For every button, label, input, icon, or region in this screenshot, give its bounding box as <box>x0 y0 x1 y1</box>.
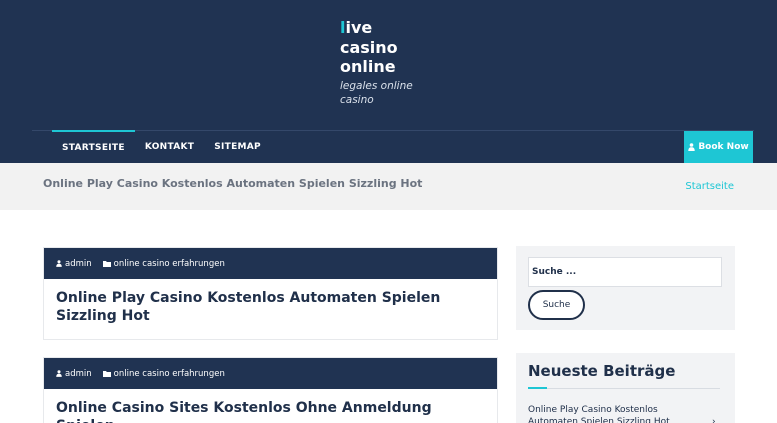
user-icon <box>688 143 696 151</box>
book-now-label: Book Now <box>698 142 749 152</box>
search-input[interactable] <box>528 257 722 287</box>
heading-divider <box>547 388 720 389</box>
post-category[interactable]: online casino erfahrungen <box>102 368 225 379</box>
recent-posts-widget: Neueste Beiträge Online Play Casino Kost… <box>516 353 735 423</box>
main-nav: STARTSEITE KONTAKT SITEMAP <box>52 130 271 163</box>
post-title[interactable]: Online Casino Sites Kostenlos Ohne Anmel… <box>44 389 497 423</box>
post-category[interactable]: online casino erfahrungen <box>102 258 225 269</box>
site-header: live casino online legales online casino… <box>0 0 777 163</box>
post-author[interactable]: admin <box>56 259 92 269</box>
book-now-button[interactable]: Book Now <box>684 131 753 163</box>
post-card: admin online casino erfahrungen Online P… <box>43 247 498 340</box>
site-title[interactable]: live casino online <box>340 18 460 77</box>
post-author-name: admin <box>65 258 92 269</box>
search-widget: Suche <box>516 246 735 330</box>
nav-item-kontakt[interactable]: KONTAKT <box>135 130 204 163</box>
page-title: Online Play Casino Kostenlos Automaten S… <box>43 177 423 190</box>
site-title-line2: casino <box>340 37 398 57</box>
site-logo[interactable]: live casino online legales online casino <box>340 18 460 107</box>
chevron-right-icon: › <box>712 417 716 423</box>
post-category-name: online casino erfahrungen <box>113 368 225 379</box>
post-category-name: online casino erfahrungen <box>113 258 225 269</box>
post-meta: admin online casino erfahrungen <box>44 248 497 279</box>
search-button[interactable]: Suche <box>528 290 585 320</box>
site-tagline: legales online casino <box>340 79 460 107</box>
nav-item-sitemap[interactable]: SITEMAP <box>204 130 271 163</box>
user-icon <box>56 260 62 267</box>
user-icon <box>56 370 62 377</box>
post-card: admin online casino erfahrungen Online C… <box>43 357 498 423</box>
nav-item-startseite[interactable]: STARTSEITE <box>52 130 135 163</box>
post-author[interactable]: admin <box>56 369 92 379</box>
folder-icon <box>102 260 111 267</box>
post-title[interactable]: Online Play Casino Kostenlos Automaten S… <box>44 279 497 325</box>
heading-accent-underline <box>528 387 547 389</box>
post-meta: admin online casino erfahrungen <box>44 358 497 389</box>
post-author-name: admin <box>65 368 92 379</box>
site-title-line1: ive <box>345 18 373 37</box>
site-tagline-line2: casino <box>340 93 374 106</box>
recent-post-link[interactable]: Online Play Casino Kostenlos Automaten S… <box>528 404 708 423</box>
folder-icon <box>102 370 111 377</box>
site-title-line3: online <box>340 57 396 76</box>
breadcrumb-home-link[interactable]: Startseite <box>685 181 734 192</box>
recent-posts-heading: Neueste Beiträge <box>528 362 676 380</box>
site-tagline-line1: legales online <box>340 79 413 92</box>
